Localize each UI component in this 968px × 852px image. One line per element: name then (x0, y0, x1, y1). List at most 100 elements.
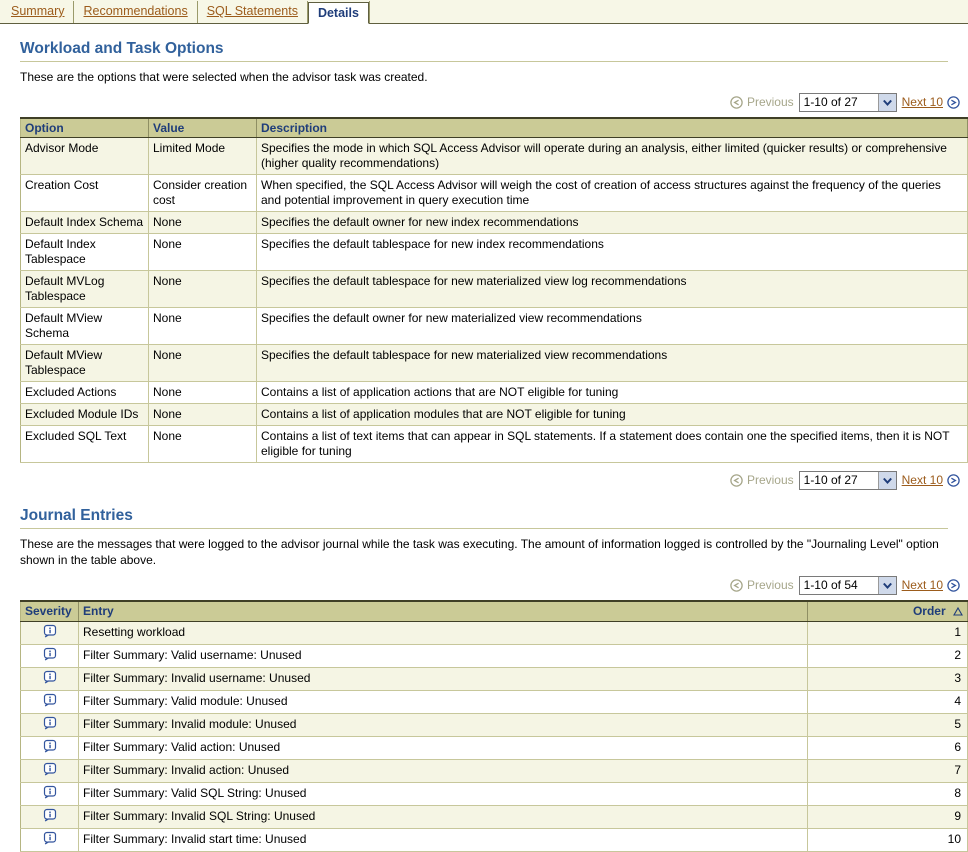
table-row: Filter Summary: Valid module: Unused4 (21, 690, 968, 713)
tab-summary[interactable]: Summary (2, 1, 74, 23)
journal-cell-order: 5 (808, 713, 968, 736)
workload-cell-option: Excluded Actions (21, 382, 149, 404)
journal-cell-entry: Resetting workload (79, 621, 808, 644)
circle-arrow-left-icon (730, 474, 743, 487)
circle-arrow-left-icon (730, 579, 743, 592)
table-row: Default MView SchemaNoneSpecifies the de… (21, 308, 968, 345)
workload-cell-description: Specifies the mode in which SQL Access A… (257, 138, 968, 175)
tab-recommendations[interactable]: Recommendations (74, 1, 197, 23)
information-icon (21, 690, 79, 713)
table-row: Excluded SQL TextNoneContains a list of … (21, 426, 968, 463)
workload-next-label-bottom: Next 10 (902, 473, 943, 487)
table-row: Creation CostConsider creation costWhen … (21, 175, 968, 212)
workload-cell-description: Contains a list of application modules t… (257, 404, 968, 426)
information-icon (21, 828, 79, 851)
workload-section-description: These are the options that were selected… (20, 69, 948, 85)
journal-cell-entry: Filter Summary: Valid username: Unused (79, 644, 808, 667)
journal-cell-entry: Filter Summary: Invalid start time: Unus… (79, 828, 808, 851)
journal-cell-entry: Filter Summary: Invalid module: Unused (79, 713, 808, 736)
workload-options-table: Option Value Description Advisor ModeLim… (20, 117, 968, 463)
tab-sql-statements-label: SQL Statements (207, 4, 298, 18)
workload-cell-option: Excluded Module IDs (21, 404, 149, 426)
tab-sql-statements[interactable]: SQL Statements (198, 1, 308, 23)
table-row: Filter Summary: Invalid SQL String: Unus… (21, 805, 968, 828)
chevron-down-icon[interactable] (878, 577, 896, 594)
workload-cell-description: Specifies the default owner for new inde… (257, 212, 968, 234)
workload-table-body: Advisor ModeLimited ModeSpecifies the mo… (21, 138, 968, 463)
workload-cell-description: Specifies the default tablespace for new… (257, 234, 968, 271)
workload-cell-option: Excluded SQL Text (21, 426, 149, 463)
workload-cell-value: None (149, 234, 257, 271)
journal-previous-button[interactable]: Previous (730, 578, 794, 592)
circle-arrow-right-icon (947, 96, 960, 109)
table-row: Filter Summary: Valid action: Unused6 (21, 736, 968, 759)
journal-cell-entry: Filter Summary: Invalid SQL String: Unus… (79, 805, 808, 828)
workload-column-header-option[interactable]: Option (21, 118, 149, 138)
workload-range-select-bottom[interactable]: 1-10 of 27 (799, 471, 897, 490)
workload-table-header-row: Option Value Description (21, 118, 968, 138)
journal-column-header-order[interactable]: Order (808, 601, 968, 621)
journal-column-header-entry[interactable]: Entry (79, 601, 808, 621)
journal-next-button[interactable]: Next 10 (902, 578, 960, 592)
journal-section-heading: Journal Entries (20, 507, 948, 529)
workload-next-button-bottom[interactable]: Next 10 (902, 473, 960, 487)
workload-cell-description: When specified, the SQL Access Advisor w… (257, 175, 968, 212)
information-icon (21, 782, 79, 805)
workload-cell-value: None (149, 212, 257, 234)
workload-cell-value: None (149, 271, 257, 308)
workload-cell-value: Consider creation cost (149, 175, 257, 212)
journal-cell-entry: Filter Summary: Valid action: Unused (79, 736, 808, 759)
circle-arrow-left-icon (730, 96, 743, 109)
information-icon (21, 621, 79, 644)
workload-pagination-top: Previous 1-10 of 27 Next 10 (20, 91, 968, 113)
tab-details[interactable]: Details (308, 2, 369, 24)
journal-cell-order: 4 (808, 690, 968, 713)
information-icon (21, 644, 79, 667)
workload-cell-description: Contains a list of text items that can a… (257, 426, 968, 463)
workload-next-button-top[interactable]: Next 10 (902, 95, 960, 109)
chevron-down-icon[interactable] (878, 472, 896, 489)
tab-details-label: Details (318, 6, 359, 20)
workload-cell-value: None (149, 345, 257, 382)
journal-range-value: 1-10 of 54 (800, 577, 878, 594)
workload-next-label-top: Next 10 (902, 95, 943, 109)
journal-table-header-row: Severity Entry Order (21, 601, 968, 621)
workload-column-header-value[interactable]: Value (149, 118, 257, 138)
information-icon (21, 736, 79, 759)
journal-previous-label: Previous (747, 578, 794, 592)
workload-cell-option: Default MView Tablespace (21, 345, 149, 382)
journal-cell-entry: Filter Summary: Valid SQL String: Unused (79, 782, 808, 805)
chevron-down-icon[interactable] (878, 94, 896, 111)
tab-bar: Summary Recommendations SQL Statements D… (0, 0, 968, 24)
workload-previous-label-top: Previous (747, 95, 794, 109)
journal-section-description: These are the messages that were logged … (20, 536, 948, 568)
table-row: Default Index TablespaceNoneSpecifies th… (21, 234, 968, 271)
table-row: Excluded ActionsNoneContains a list of a… (21, 382, 968, 404)
workload-cell-description: Specifies the default tablespace for new… (257, 345, 968, 382)
journal-cell-order: 1 (808, 621, 968, 644)
table-row: Excluded Module IDsNoneContains a list o… (21, 404, 968, 426)
information-icon (21, 713, 79, 736)
workload-section-heading: Workload and Task Options (20, 40, 948, 62)
table-row: Filter Summary: Valid username: Unused2 (21, 644, 968, 667)
workload-cell-value: None (149, 404, 257, 426)
journal-column-header-severity[interactable]: Severity (21, 601, 79, 621)
workload-cell-value: None (149, 382, 257, 404)
journal-cell-order: 9 (808, 805, 968, 828)
workload-previous-button-top[interactable]: Previous (730, 95, 794, 109)
table-row: Advisor ModeLimited ModeSpecifies the mo… (21, 138, 968, 175)
workload-range-select-top[interactable]: 1-10 of 27 (799, 93, 897, 112)
journal-range-select[interactable]: 1-10 of 54 (799, 576, 897, 595)
workload-cell-option: Default MView Schema (21, 308, 149, 345)
workload-previous-button-bottom[interactable]: Previous (730, 473, 794, 487)
workload-cell-option: Advisor Mode (21, 138, 149, 175)
workload-pagination-bottom: Previous 1-10 of 27 Next 10 (20, 469, 968, 491)
workload-cell-option: Default MVLog Tablespace (21, 271, 149, 308)
tab-recommendations-label: Recommendations (83, 4, 187, 18)
table-row: Default Index SchemaNoneSpecifies the de… (21, 212, 968, 234)
sort-ascending-icon (953, 605, 963, 619)
workload-column-header-description[interactable]: Description (257, 118, 968, 138)
tab-summary-label: Summary (11, 4, 64, 18)
information-icon (21, 805, 79, 828)
table-row: Filter Summary: Valid SQL String: Unused… (21, 782, 968, 805)
